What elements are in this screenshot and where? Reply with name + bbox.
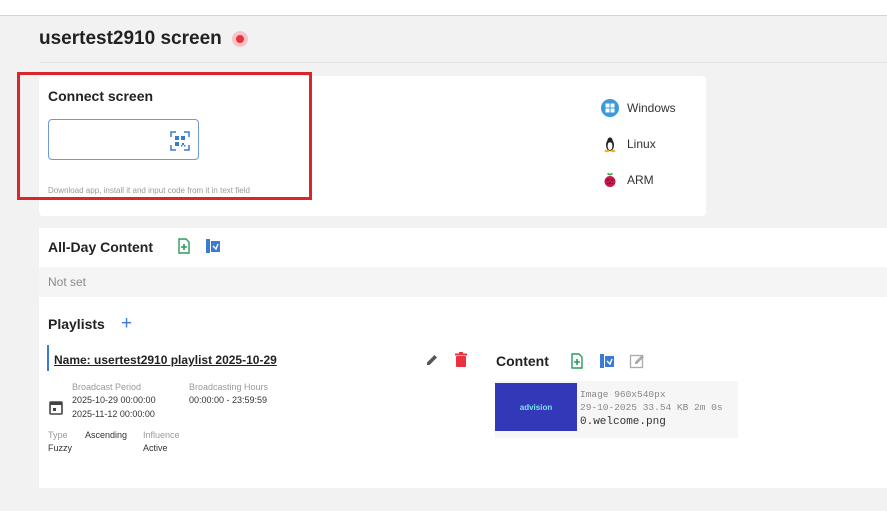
content-thumbnail: advision [495, 383, 577, 431]
edit-icon[interactable] [425, 353, 439, 367]
broadcasting-hours-label: Broadcasting Hours [189, 382, 269, 392]
all-day-value: Not set [48, 275, 87, 289]
period-end: 2025-11-12 00:00:00 [72, 409, 155, 419]
connect-title: Connect screen [48, 88, 154, 104]
broadcasting-hours-value: 00:00:00 - 23:59:59 [189, 395, 268, 405]
content-meta-2: 29-10-2025 33.54 KB 2m 0s [580, 402, 723, 413]
type-value-2: Fuzzy [48, 443, 73, 453]
content-item[interactable]: advision Image 960x540px 29-10-2025 33.5… [495, 381, 738, 438]
calendar-icon [49, 401, 63, 415]
connect-card: Connect screen Download app, install it … [39, 76, 706, 216]
platform-label: Windows [627, 101, 676, 115]
platform-list: Windows Linux ARM [601, 98, 676, 206]
platform-label: Linux [627, 137, 656, 151]
all-day-value-bar: Not set [39, 267, 887, 297]
status-dot-icon [231, 31, 248, 47]
delete-icon[interactable] [454, 352, 468, 368]
platform-linux[interactable]: Linux [601, 134, 676, 154]
raspberry-pi-icon [604, 173, 616, 187]
playlist-name-link[interactable]: Name: usertest2910 playlist 2025-10-29 [54, 353, 277, 367]
qr-code-icon[interactable] [170, 131, 190, 151]
header-divider [39, 62, 887, 63]
type-label: Type [48, 430, 68, 440]
media-library-icon[interactable] [205, 238, 221, 254]
content-meta-1: Image 960x540px [580, 389, 666, 400]
content-library-icon[interactable] [599, 353, 615, 369]
influence-value: Active [143, 443, 168, 453]
linux-icon [604, 137, 616, 153]
playlist-active-marker [47, 345, 49, 371]
content-card: All-Day Content Not set Playlists + Name… [39, 228, 887, 488]
add-content-icon[interactable] [569, 353, 585, 369]
influence-label: Influence [143, 430, 180, 440]
code-field[interactable] [48, 119, 199, 160]
platform-arm[interactable]: ARM [601, 170, 676, 190]
content-file-name: 0.welcome.png [580, 416, 666, 428]
platform-windows[interactable]: Windows [601, 98, 676, 118]
add-playlist-button[interactable]: + [121, 314, 132, 333]
playlists-title: Playlists [48, 316, 105, 332]
period-start: 2025-10-29 00:00:00 [72, 395, 156, 405]
code-input[interactable] [57, 130, 167, 150]
all-day-title: All-Day Content [48, 239, 153, 255]
windows-icon [601, 99, 619, 117]
type-value: Ascending [85, 430, 128, 440]
edit-content-icon[interactable] [629, 353, 645, 369]
thumbnail-logo: advision [519, 402, 553, 412]
add-file-icon[interactable] [176, 238, 192, 254]
page-title: usertest2910 screen [39, 28, 222, 49]
content-title: Content [496, 353, 549, 369]
broadcast-period-label: Broadcast Period [72, 382, 142, 392]
platform-label: ARM [627, 173, 654, 187]
connect-hint: Download app, install it and input code … [48, 186, 250, 195]
top-bar [0, 0, 887, 16]
page-header: usertest2910 screen [39, 28, 248, 50]
